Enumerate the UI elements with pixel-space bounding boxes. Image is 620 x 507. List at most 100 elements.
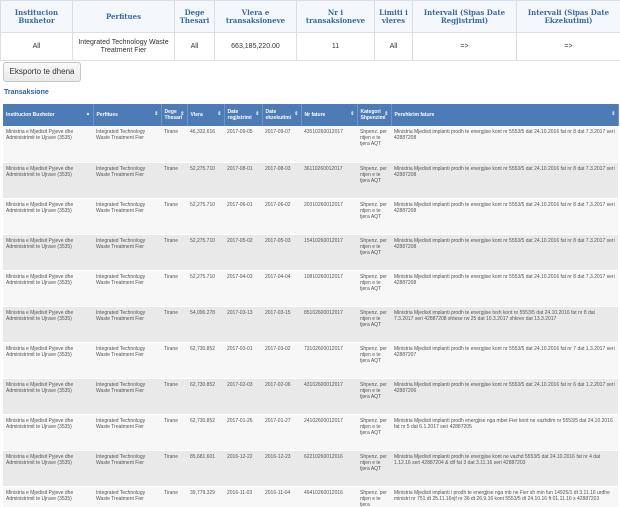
cell-date-regjistrimi: 2017-01-26 — [224, 414, 262, 451]
cell-vlera: 62,730.852 — [187, 414, 224, 451]
cell-institucion: Ministria e Mjedisit Pyjeve dhe Administ… — [3, 450, 93, 487]
cell-dege-thesari: Tirane — [161, 162, 187, 199]
summary-values-row: All Integrated Technology Waste Treatmen… — [0, 32, 620, 61]
summary-header: Dege Thesari — [174, 0, 215, 33]
cell-nr-fature: 20310260012017 — [301, 198, 357, 235]
cell-date-ekzekutimi: 2017-05-03 — [262, 234, 301, 271]
column-header-pershkrim[interactable]: Pershkrim fature ⇕ — [391, 104, 619, 126]
cell-kategori: Shpenz. per ntjen e te tjera AQT — [357, 270, 391, 307]
summary-value: => — [516, 32, 620, 61]
cell-date-ekzekutimi: 2017-03-02 — [262, 342, 301, 379]
cell-perfitues: Integrated Technology Waste Treatment Fi… — [93, 126, 161, 163]
column-header-label: Kategori Shpenzimi — [360, 109, 386, 121]
table-row[interactable]: Ministria e Mjedisit Pyjeve dhe Administ… — [3, 234, 618, 271]
section-title: Transaksione — [4, 89, 49, 96]
summary-header: Intervali (Sipas Date Ekzekutimi) — [516, 0, 620, 33]
column-header-date-regjistrimi[interactable]: Date regjistrimi ⇕ — [224, 104, 263, 126]
column-header-label: Date regjistrimi — [227, 109, 252, 121]
cell-institucion: Ministria e Mjedisit Pyjeve dhe Administ… — [3, 198, 93, 235]
table-row[interactable]: Ministria e Mjedisit Pyjeve dhe Administ… — [3, 162, 618, 199]
table-row[interactable]: Ministria e Mjedisit Pyjeve dhe Administ… — [3, 126, 618, 163]
summary-header: Perfitues — [72, 0, 175, 33]
table-row[interactable]: Ministria e Mjedisit Pyjeve dhe Administ… — [3, 198, 618, 235]
table-row[interactable]: Ministria e Mjedisit Pyjeve dhe Administ… — [3, 306, 618, 343]
cell-institucion: Ministria e Mjedisit Pyjeve dhe Administ… — [3, 306, 93, 343]
sort-icon: ⇕ — [255, 111, 260, 117]
cell-nr-fature: 43510260012017 — [301, 126, 357, 163]
cell-date-regjistrimi: 2016-11-03 — [224, 486, 262, 507]
cell-date-ekzekutimi: 2017-09-07 — [262, 126, 301, 163]
cell-kategori: Shpenz. per ntjen e te tjera AQT — [357, 378, 391, 415]
cell-institucion: Ministria e Mjedisit Pyjeve dhe Administ… — [3, 342, 93, 379]
cell-date-regjistrimi: 2017-06-01 — [224, 198, 262, 235]
column-header-label: Institucion Buxhetor — [6, 112, 55, 118]
cell-dege-thesari: Tirane — [161, 198, 187, 235]
table-row[interactable]: Ministria e Mjedisit Pyjeve dhe Administ… — [3, 486, 618, 507]
cell-nr-fature: 73102600012017 — [301, 342, 357, 379]
transactions-body: Ministria e Mjedisit Pyjeve dhe Administ… — [3, 126, 618, 507]
column-header-date-ekzekutimi[interactable]: Date ekzekutimi ⇕ — [262, 104, 302, 126]
cell-dege-thesari: Tirane — [161, 342, 187, 379]
cell-vlera: 62,730.852 — [187, 378, 224, 415]
column-header-vlera[interactable]: Vlera ⇕ — [187, 104, 225, 126]
cell-institucion: Ministria e Mjedisit Pyjeve dhe Administ… — [3, 162, 93, 199]
cell-date-regjistrimi: 2017-09-05 — [224, 126, 262, 163]
cell-pershkrim: Ministria Mjedisit implanti prodh te ene… — [391, 306, 618, 343]
cell-pershkrim: Ministria Mjedisit implanti prodh te ene… — [391, 450, 618, 487]
cell-vlera: 54,096.278 — [187, 306, 224, 343]
cell-vlera: 85,681.601 — [187, 450, 224, 487]
summary-value: All — [174, 32, 215, 61]
column-header-kategori[interactable]: Kategori Shpenzimi ⇕ — [357, 104, 392, 126]
cell-date-regjistrimi: 2017-02-03 — [224, 378, 262, 415]
cell-date-regjistrimi: 2017-03-13 — [224, 306, 262, 343]
cell-date-ekzekutimi: 2017-03-15 — [262, 306, 301, 343]
cell-kategori: Shpenz. per ntjen e te tjera AQT — [357, 162, 391, 199]
cell-vlera: 62,730.852 — [187, 342, 224, 379]
cell-perfitues: Integrated Technology Waste Treatment Fi… — [93, 378, 161, 415]
cell-date-regjistrimi: 2016-12-22 — [224, 450, 262, 487]
column-header-institucion[interactable]: Institucion Buxhetor ▲ — [3, 104, 94, 126]
transactions-header-row: Institucion Buxhetor ▲ Perfitues ⇕ Dege Th… — [3, 104, 619, 126]
cell-pershkrim: Ministria Mjedisit implanti prodh energj… — [391, 414, 618, 451]
cell-kategori: Shpenz. per ntjen e te tjera AQT — [357, 342, 391, 379]
cell-vlera: 52,275.710 — [187, 162, 224, 199]
summary-header: Nr i transaksioneve — [296, 0, 375, 33]
summary-table: Institucion Buxhetor Perfitues Dege Thes… — [0, 0, 620, 61]
cell-nr-fature: 62210260012016 — [301, 450, 357, 487]
sort-icon: ⇕ — [217, 111, 222, 117]
summary-value: All — [0, 32, 73, 61]
summary-value: All — [374, 32, 413, 61]
export-data-button[interactable]: Eksporto te dhena — [3, 62, 81, 82]
cell-pershkrim: Ministria Mjedisit implanti prodh te ene… — [391, 162, 618, 199]
column-header-nr-fature[interactable]: Nr fature ⇕ — [301, 104, 358, 126]
cell-date-ekzekutimi: 2017-04-04 — [262, 270, 301, 307]
column-header-label: Vlera — [190, 112, 203, 118]
column-header-perfitues[interactable]: Perfitues ⇕ — [93, 104, 162, 126]
cell-kategori: Shpenz. per ntjen e te tjera AQT — [357, 198, 391, 235]
table-row[interactable]: Ministria e Mjedisit Pyjeve dhe Administ… — [3, 414, 618, 451]
cell-kategori: Shpenz. per ntjen e te tjera — [357, 486, 391, 507]
cell-date-ekzekutimi: 2016-12-23 — [262, 450, 301, 487]
sort-icon: ⇕ — [384, 111, 389, 117]
cell-vlera: 52,275.710 — [187, 270, 224, 307]
table-row[interactable]: Ministria e Mjedisit Pyjeve dhe Administ… — [3, 342, 618, 379]
cell-date-ekzekutimi: 2017-02-06 — [262, 378, 301, 415]
cell-institucion: Ministria e Mjedisit Pyjeve dhe Administ… — [3, 486, 93, 507]
cell-date-regjistrimi: 2017-04-03 — [224, 270, 262, 307]
cell-pershkrim: Ministria Mjedisit implanti prodh te ene… — [391, 234, 618, 271]
cell-kategori: Shpenz. per ntjen e te tjera AQT — [357, 234, 391, 271]
column-header-dege-thesari[interactable]: Dege Thesari ⇕ — [161, 104, 188, 126]
cell-nr-fature: 15410260012017 — [301, 234, 357, 271]
table-row[interactable]: Ministria e Mjedisit Pyjeve dhe Administ… — [3, 378, 618, 415]
cell-institucion: Ministria e Mjedisit Pyjeve dhe Administ… — [3, 414, 93, 451]
cell-pershkrim: Ministria Mjedisit implanti prodh te ene… — [391, 198, 618, 235]
sort-icon: ⇕ — [180, 111, 185, 117]
summary-value: => — [412, 32, 517, 61]
summary-header-row: Institucion Buxhetor Perfitues Dege Thes… — [0, 0, 620, 33]
transactions-table: Institucion Buxhetor ▲ Perfitues ⇕ Dege Th… — [3, 104, 619, 507]
table-row[interactable]: Ministria e Mjedisit Pyjeve dhe Administ… — [3, 270, 618, 307]
cell-perfitues: Integrated Technology Waste Treatment Fi… — [93, 342, 161, 379]
table-row[interactable]: Ministria e Mjedisit Pyjeve dhe Administ… — [3, 450, 618, 487]
cell-nr-fature: 49410260012016 — [301, 486, 357, 507]
cell-nr-fature: 24102600012017 — [301, 414, 357, 451]
